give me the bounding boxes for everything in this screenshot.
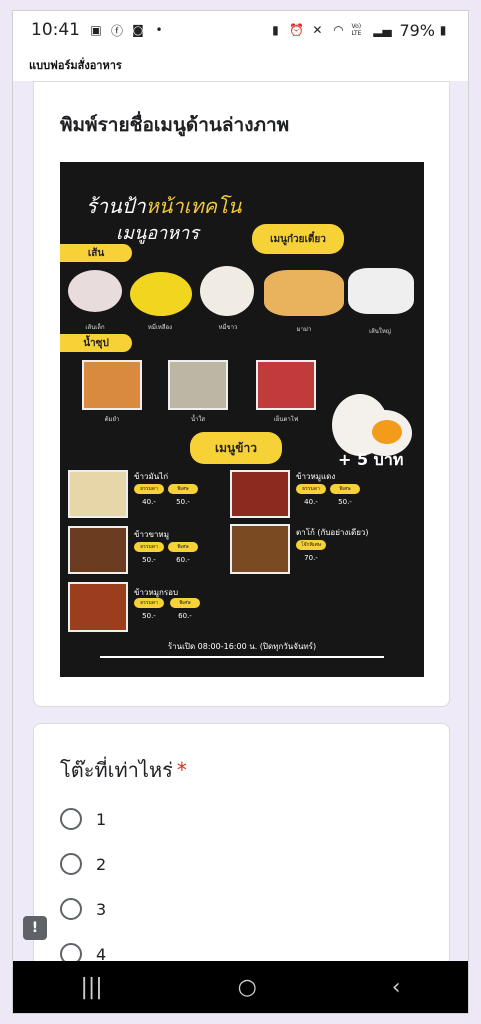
question-title: โต๊ะที่เท่าไหร่ * xyxy=(60,754,187,786)
rice-menu-tag: เมนูข้าว xyxy=(190,432,282,464)
soup-label: ต้มยำ xyxy=(104,416,120,423)
recents-button[interactable]: ||| xyxy=(80,975,102,1000)
battery-icon: ▮ xyxy=(439,23,447,37)
dish-name: ตาโก้ (กับอย่างเดียว) xyxy=(296,528,369,537)
dish-price: 50.- xyxy=(142,612,156,620)
noodle-photo xyxy=(68,270,122,312)
phone-frame: 10:41 ▣ ⓕ ◙ • ▮ ⏰ ✕ ◠ Vo) LTE ▂▄ 79% ▮ แ… xyxy=(12,10,469,1014)
required-mark: * xyxy=(176,758,187,782)
size-pill: พิเศษ xyxy=(330,484,360,494)
dish-photo xyxy=(68,582,128,632)
size-pill: โจ๊กพิเศษ xyxy=(296,540,326,550)
app-header: แบบฟอร์มสั่งอาหาร xyxy=(13,49,468,81)
dish-price: 60.- xyxy=(178,612,192,620)
dish-price: 50.- xyxy=(338,498,352,506)
radio-label: 1 xyxy=(96,809,107,829)
robot-icon: ◙ xyxy=(132,23,144,37)
open-hours-underline xyxy=(100,656,384,658)
dish-name: ข้าวหมูแดง xyxy=(296,472,336,481)
dish-price: 60.- xyxy=(176,556,190,564)
shop-name-prefix: ร้านป้า xyxy=(86,194,146,218)
status-bar: 10:41 ▣ ⓕ ◙ • ▮ ⏰ ✕ ◠ Vo) LTE ▂▄ 79% ▮ xyxy=(13,11,468,49)
soup-label: เย็นตาโฟ xyxy=(273,416,299,423)
wifi-icon: ◠ xyxy=(333,23,344,37)
mute-icon: ✕ xyxy=(312,23,323,37)
dish-price: 40.- xyxy=(304,498,318,506)
noodle-label: หมี่ขาว xyxy=(218,324,238,331)
egg-price: + 5 บาท xyxy=(338,450,404,469)
dish-price: 50.- xyxy=(142,556,156,564)
feedback-icon[interactable]: ! xyxy=(23,916,47,940)
radio-button[interactable] xyxy=(60,898,82,920)
noodle-photo xyxy=(130,272,192,316)
shop-name-highlight: หน้าเทคโน xyxy=(145,194,242,218)
radio-label: 3 xyxy=(96,899,107,919)
noodle-label: เส้นเล็ก xyxy=(85,324,105,331)
size-pill: พิเศษ xyxy=(168,542,198,552)
battery-saver-icon: ▮ xyxy=(272,23,279,37)
radio-button[interactable] xyxy=(60,853,82,875)
size-pill: ธรรมดา xyxy=(134,542,164,552)
noodle-label: หมี่เหลือง xyxy=(147,324,173,331)
status-time: 10:41 xyxy=(31,20,80,40)
soup-photo xyxy=(256,360,316,410)
noodle-label: เส้นใหญ่ xyxy=(369,328,391,335)
battery-level: 79% xyxy=(399,20,435,40)
soup-section-tag: น้ำซุป xyxy=(60,334,132,352)
soup-photo xyxy=(82,360,142,410)
radio-option-3[interactable]: 3 xyxy=(60,898,106,920)
dish-price: 50.- xyxy=(176,498,190,506)
dish-photo xyxy=(68,470,128,518)
home-button[interactable]: ○ xyxy=(238,975,257,1000)
dish-price: 40.- xyxy=(142,498,156,506)
size-pill: ธรรมดา xyxy=(134,484,164,494)
radio-option-1[interactable]: 1 xyxy=(60,808,106,830)
radio-option-2[interactable]: 2 xyxy=(60,853,106,875)
navigation-bar: ||| ○ ‹ xyxy=(13,961,468,1013)
egg-yolk xyxy=(372,420,402,444)
facebook-icon: ⓕ xyxy=(110,23,123,38)
signal-icon: ▂▄ xyxy=(373,23,392,37)
question-title-text: โต๊ะที่เท่าไหร่ xyxy=(60,758,173,782)
noodle-section-tag: เส้น xyxy=(60,244,132,262)
open-hours: ร้านเปิด 08:00-16:00 น. (ปิดทุกวันจันทร์… xyxy=(167,642,317,651)
dish-price: 70.- xyxy=(304,554,318,562)
noodle-photo xyxy=(264,270,344,316)
alarm-icon: ⏰ xyxy=(288,23,304,37)
noodle-label: มาม่า xyxy=(296,326,312,333)
dot-icon: • xyxy=(155,23,163,37)
menu-subtitle: เมนูอาหาร xyxy=(116,223,199,244)
dish-name: ข้าวมันไก่ xyxy=(134,472,169,481)
noodle-menu-tag: เมนูก๋วยเตี๋ยว xyxy=(252,224,344,254)
question-title: พิมพ์รายชื่อเมนูด้านล่างภาพ xyxy=(60,114,290,136)
size-pill: พิเศษ xyxy=(170,598,200,608)
soup-photo xyxy=(168,360,228,410)
app-title: แบบฟอร์มสั่งอาหาร xyxy=(29,59,122,72)
size-pill: ธรรมดา xyxy=(134,598,164,608)
volte-icon: Vo) LTE xyxy=(351,23,362,37)
menu-image: ร้านป้าหน้าเทคโน เมนูอาหาร เมนูก๋วยเตี๋ย… xyxy=(60,162,424,677)
size-pill: พิเศษ xyxy=(168,484,198,494)
size-pill: ธรรมดา xyxy=(296,484,326,494)
dish-photo xyxy=(230,470,290,518)
gallery-icon: ▣ xyxy=(90,23,102,37)
dish-photo xyxy=(230,524,290,574)
soup-label: น้ำใส xyxy=(190,416,206,423)
radio-button[interactable] xyxy=(60,808,82,830)
question-card-table: โต๊ะที่เท่าไหร่ * 1 2 3 4 xyxy=(33,723,450,983)
noodle-photo xyxy=(200,266,254,316)
dish-photo xyxy=(68,526,128,574)
dish-name: ข้าวขาหมู xyxy=(134,530,169,539)
back-button[interactable]: ‹ xyxy=(392,975,401,1000)
radio-label: 2 xyxy=(96,854,107,874)
question-card-menu: พิมพ์รายชื่อเมนูด้านล่างภาพ ร้านป้าหน้าเ… xyxy=(33,81,450,707)
noodle-photo xyxy=(348,268,414,314)
